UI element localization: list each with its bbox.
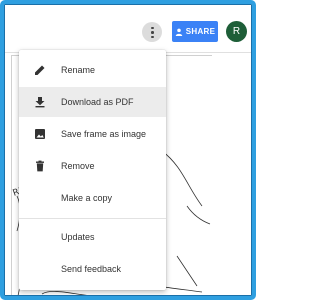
options-menu: Rename Download as PDF Save frame as ima… [19, 50, 166, 290]
menu-item-label: Save frame as image [61, 129, 147, 139]
trash-icon [33, 159, 47, 173]
more-options-button[interactable] [142, 22, 162, 42]
pencil-icon [33, 63, 47, 77]
menu-item-label: Send feedback [61, 264, 122, 274]
image-icon [33, 127, 47, 141]
menu-item-send-feedback[interactable]: Send feedback [19, 254, 166, 284]
menu-item-label: Make a copy [61, 193, 113, 203]
menu-item-make-copy[interactable]: Make a copy [19, 183, 166, 213]
menu-item-remove[interactable]: Remove [19, 151, 166, 181]
menu-item-label: Rename [61, 65, 96, 75]
share-button[interactable]: SHARE [172, 21, 218, 42]
user-avatar[interactable]: R [226, 21, 247, 42]
person-icon [175, 28, 182, 36]
download-icon [33, 95, 47, 109]
share-label: SHARE [185, 27, 216, 36]
menu-item-download-pdf[interactable]: Download as PDF [19, 87, 166, 117]
menu-divider [19, 218, 166, 219]
menu-item-label: Updates [61, 232, 95, 242]
menu-item-label: Remove [61, 161, 95, 171]
menu-item-updates[interactable]: Updates [19, 222, 166, 252]
app-window: RR SHARE R Rename [5, 5, 251, 295]
menu-item-label: Download as PDF [61, 97, 134, 107]
menu-item-rename[interactable]: Rename [19, 55, 166, 85]
menu-item-save-frame-image[interactable]: Save frame as image [19, 119, 166, 149]
avatar-initial: R [232, 26, 241, 37]
